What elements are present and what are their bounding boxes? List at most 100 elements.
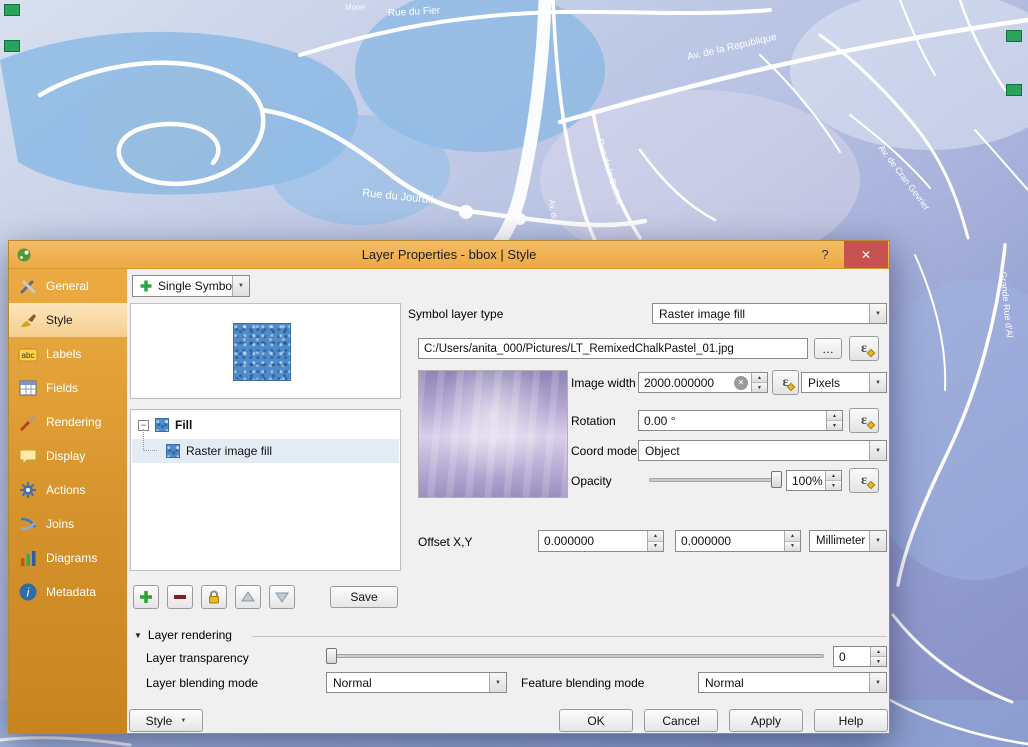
spin-down-icon[interactable]: ▼ [752, 382, 767, 392]
clear-value-icon[interactable]: ✕ [734, 376, 748, 390]
cancel-button[interactable]: Cancel [644, 709, 718, 732]
chevron-down-icon: ▼ [869, 673, 886, 692]
sidebar-item-label: Style [46, 313, 73, 327]
spin-up-icon[interactable]: ▲ [871, 647, 886, 656]
offset-y-input[interactable]: 0.000000 ▲ ▼ [675, 530, 801, 552]
svg-text:i: i [27, 586, 30, 600]
spin-up-icon[interactable]: ▲ [785, 531, 800, 541]
gear-icon [17, 479, 39, 501]
tree-item-label: Raster image fill [186, 444, 272, 458]
layer-transparency-spinner[interactable]: ▲ ▼ [870, 647, 886, 666]
chevron-down-icon: ▼ [869, 304, 886, 323]
apply-button[interactable]: Apply [729, 709, 803, 732]
help-titlebar-button[interactable]: ? [808, 241, 842, 268]
sidebar-item-label: General [46, 279, 89, 293]
opacity-spinner[interactable]: ▲ ▼ [825, 471, 841, 490]
spin-down-icon[interactable]: ▼ [785, 541, 800, 552]
browse-image-button[interactable]: … [814, 338, 842, 359]
remove-symbol-layer-button[interactable] [167, 585, 193, 609]
expression-icon: ε [861, 341, 867, 357]
tree-item-fill[interactable]: − Fill [132, 413, 399, 437]
opacity-input[interactable]: 100% ▲ ▼ [786, 470, 842, 491]
save-symbol-button[interactable]: Save [330, 586, 398, 608]
expression-icon: ε [861, 413, 867, 429]
move-layer-down-button[interactable] [269, 585, 295, 609]
data-defined-override-path-button[interactable]: ε [849, 336, 879, 361]
spin-up-icon[interactable]: ▲ [648, 531, 663, 541]
lock-color-button[interactable] [201, 585, 227, 609]
override-mark [867, 481, 875, 489]
svg-text:abc: abc [22, 351, 35, 360]
offset-unit-combo[interactable]: Millimeter ▼ [809, 530, 887, 552]
offset-x-spinner[interactable]: ▲ ▼ [647, 531, 663, 551]
ok-button[interactable]: OK [559, 709, 633, 732]
spin-down-icon[interactable]: ▼ [826, 480, 841, 490]
spin-up-icon[interactable]: ▲ [826, 471, 841, 480]
rotation-spinner[interactable]: ▲ ▼ [826, 411, 842, 430]
sidebar-item-fields[interactable]: Fields [9, 371, 127, 405]
chevron-down-icon: ▼ [869, 531, 886, 551]
rotation-input[interactable]: 0.00 ° ▲ ▼ [638, 410, 843, 431]
sidebar-item-actions[interactable]: Actions [9, 473, 127, 507]
symbol-preview-panel [130, 303, 401, 399]
offset-y-spinner[interactable]: ▲ ▼ [784, 531, 800, 551]
rotation-label: Rotation [571, 414, 616, 428]
qgis-logo-icon [16, 247, 32, 263]
expression-icon: ε [861, 473, 867, 489]
feature-blending-combo[interactable]: Normal ▼ [698, 672, 887, 693]
clear-glyph: ✕ [738, 378, 745, 387]
speech-bubble-icon [17, 445, 39, 467]
style-menu-button[interactable]: Style ▼ [129, 709, 203, 732]
sidebar-item-general[interactable]: General [9, 269, 127, 303]
data-defined-override-opacity-button[interactable]: ε [849, 468, 879, 493]
layer-transparency-input[interactable]: 0 ▲ ▼ [833, 646, 887, 667]
sidebar-item-style[interactable]: Style [9, 303, 127, 337]
add-symbol-layer-button[interactable] [133, 585, 159, 609]
raster-fill-symbol-icon [166, 444, 180, 458]
sidebar-item-labels[interactable]: abc Labels [9, 337, 127, 371]
close-button[interactable]: ✕ [844, 241, 888, 268]
spin-down-icon[interactable]: ▼ [827, 420, 842, 430]
properties-sidebar: General Style abc Labels Fields Renderin… [9, 269, 127, 733]
chevron-down-icon: ▼ [869, 373, 886, 392]
layer-blending-label: Layer blending mode [146, 676, 258, 690]
spin-up-icon[interactable]: ▲ [827, 411, 842, 420]
opacity-slider[interactable] [649, 471, 782, 488]
spin-down-icon[interactable]: ▼ [871, 656, 886, 666]
sidebar-item-metadata[interactable]: i Metadata [9, 575, 127, 609]
tree-item-raster-image-fill[interactable]: Raster image fill [132, 439, 399, 463]
symbol-mode-combo[interactable]: Single Symbol ▼ [132, 275, 250, 297]
image-width-spinner[interactable]: ▲ ▼ [751, 373, 767, 392]
image-width-unit-combo[interactable]: Pixels ▼ [801, 372, 887, 393]
move-layer-up-button[interactable] [235, 585, 261, 609]
sidebar-item-label: Joins [46, 517, 74, 531]
offset-x-input[interactable]: 0.000000 ▲ ▼ [538, 530, 664, 552]
slider-handle[interactable] [326, 648, 337, 664]
spin-down-icon[interactable]: ▼ [648, 541, 663, 552]
data-defined-override-width-button[interactable]: ε [772, 370, 799, 395]
sidebar-item-display[interactable]: Display [9, 439, 127, 473]
layer-blending-combo[interactable]: Normal ▼ [326, 672, 507, 693]
slider-handle[interactable] [771, 471, 782, 488]
coord-mode-combo[interactable]: Object ▼ [638, 440, 887, 461]
layer-rendering-collapse[interactable]: ▼ Layer rendering [134, 628, 232, 642]
street-label: Morel [345, 3, 365, 12]
dialog-titlebar[interactable]: Layer Properties - bbox | Style ? ✕ [9, 241, 889, 269]
symbol-layer-type-combo[interactable]: Raster image fill ▼ [652, 303, 887, 324]
sidebar-item-diagrams[interactable]: Diagrams [9, 541, 127, 575]
image-path-input[interactable]: C:/Users/anita_000/Pictures/LT_RemixedCh… [418, 338, 808, 359]
rendering-brush-icon [17, 411, 39, 433]
slider-groove [326, 654, 824, 658]
tree-connector [143, 429, 157, 451]
opacity-label: Opacity [571, 474, 612, 488]
sidebar-item-rendering[interactable]: Rendering [9, 405, 127, 439]
offset-y-value: 0.000000 [681, 534, 800, 548]
help-button[interactable]: Help [814, 709, 888, 732]
spin-up-icon[interactable]: ▲ [752, 373, 767, 382]
sidebar-item-joins[interactable]: Joins [9, 507, 127, 541]
image-width-input[interactable]: 2000.000000 ✕ ▲ ▼ [638, 372, 768, 393]
wrench-icon [17, 275, 39, 297]
data-defined-override-rotation-button[interactable]: ε [849, 408, 879, 433]
offset-label: Offset X,Y [418, 535, 472, 549]
layer-transparency-slider[interactable] [326, 648, 824, 664]
